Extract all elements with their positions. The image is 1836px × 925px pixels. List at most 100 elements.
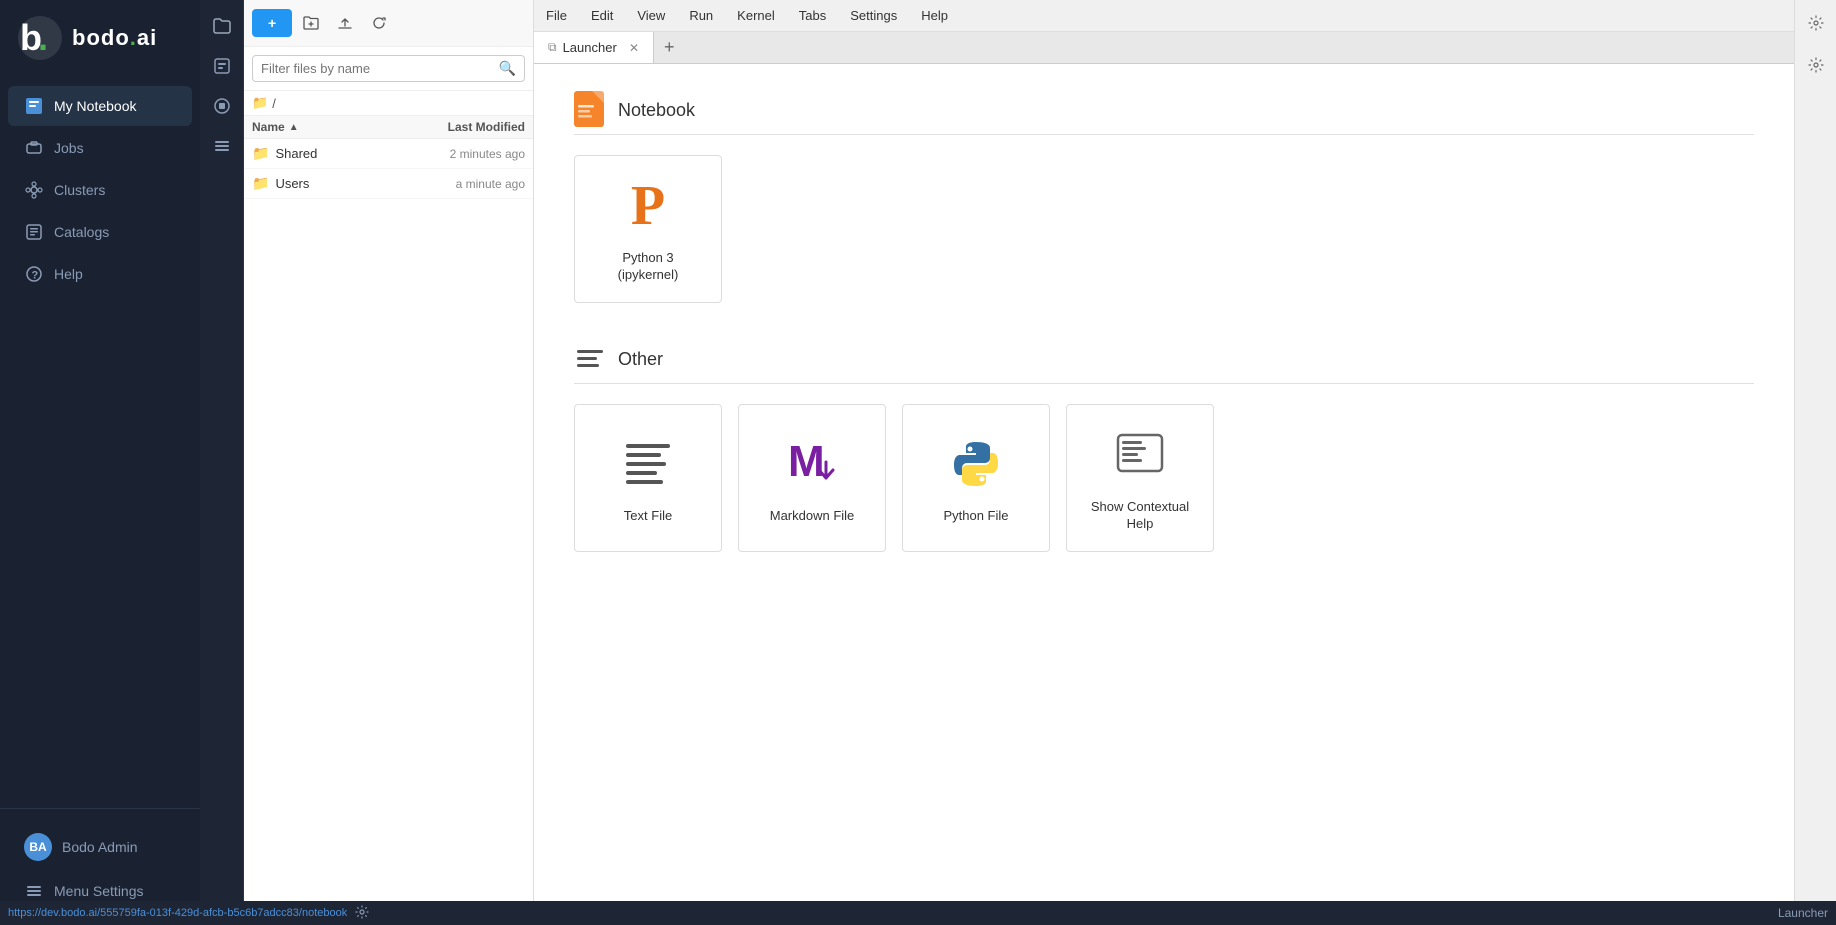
folder-icon: 📁: [252, 95, 268, 111]
menu-edit[interactable]: Edit: [579, 0, 625, 31]
sidebar-item-help-label: Help: [54, 266, 83, 282]
tab-launcher[interactable]: ⧉ Launcher ✕: [534, 32, 654, 63]
notebook-nav-icon: [24, 96, 44, 116]
menu-tabs[interactable]: Tabs: [787, 0, 838, 31]
menu-kernel[interactable]: Kernel: [725, 0, 787, 31]
bodo-sidebar: b . bodo.ai My Notebook Jobs Clusters: [0, 0, 200, 925]
running-sessions-btn[interactable]: [204, 48, 240, 84]
notebook-grid: P Python 3(ipykernel): [574, 155, 1754, 303]
right-settings-btn-bottom[interactable]: [1801, 50, 1831, 80]
sidebar-item-notebook-label: My Notebook: [54, 98, 136, 114]
contextual-help-icon: [1108, 423, 1172, 487]
file-row[interactable]: 📁 Users a minute ago: [244, 169, 533, 199]
python-file-label: Python File: [943, 508, 1008, 525]
search-container: 🔍: [244, 47, 533, 91]
clusters-nav-icon: [24, 180, 44, 200]
icon-toolbar: [200, 0, 244, 925]
svg-text:M: M: [788, 442, 825, 486]
python3-card[interactable]: P Python 3(ipykernel): [574, 155, 722, 303]
avatar: BA: [24, 833, 52, 861]
menu-view[interactable]: View: [625, 0, 677, 31]
search-icon: 🔍: [499, 60, 516, 77]
sidebar-item-jobs[interactable]: Jobs: [8, 128, 192, 168]
sidebar-item-notebook[interactable]: My Notebook: [8, 86, 192, 126]
python-file-icon: [944, 432, 1008, 496]
text-file-icon: [616, 432, 680, 496]
name-column-label: Name: [252, 120, 285, 134]
list-btn[interactable]: [204, 128, 240, 164]
file-name: Users: [275, 176, 309, 191]
tab-launcher-label: Launcher: [563, 40, 617, 55]
text-file-card[interactable]: Text File: [574, 404, 722, 552]
file-row-name: 📁 Users: [252, 175, 385, 192]
svg-text:.: .: [38, 17, 48, 58]
folder-icon: 📁: [252, 175, 269, 192]
other-grid: Text File M Markdown File: [574, 404, 1754, 552]
python-file-card[interactable]: Python File: [902, 404, 1050, 552]
markdown-file-card[interactable]: M Markdown File: [738, 404, 886, 552]
tab-add-button[interactable]: +: [654, 33, 685, 62]
python3-icon: P: [616, 174, 680, 238]
menu-settings[interactable]: Settings: [838, 0, 909, 31]
folder-browser-btn[interactable]: [204, 8, 240, 44]
name-column-header[interactable]: Name ▲: [252, 120, 385, 134]
tab-launcher-icon: ⧉: [548, 40, 557, 55]
sidebar-item-jobs-label: Jobs: [54, 140, 84, 156]
tab-close-icon[interactable]: ✕: [629, 41, 639, 55]
file-browser: + 🔍 📁 / Name ▲ Last Modified: [244, 0, 534, 925]
new-launcher-button[interactable]: +: [252, 9, 292, 37]
file-row[interactable]: 📁 Shared 2 minutes ago: [244, 139, 533, 169]
markdown-file-label: Markdown File: [770, 508, 855, 525]
user-item[interactable]: BA Bodo Admin: [8, 825, 192, 869]
contextual-help-label: Show Contextual Help: [1083, 499, 1197, 533]
file-list-header: Name ▲ Last Modified: [244, 116, 533, 139]
other-section-header: Other: [574, 343, 1754, 384]
stop-btn[interactable]: [204, 88, 240, 124]
notebook-section-icon: [574, 94, 606, 126]
contextual-help-card[interactable]: Show Contextual Help: [1066, 404, 1214, 552]
svg-text:?: ?: [32, 270, 39, 282]
user-name: Bodo Admin: [62, 839, 138, 855]
python3-label: Python 3(ipykernel): [618, 250, 679, 284]
folder-icon: 📁: [252, 145, 269, 162]
status-settings-icon[interactable]: [355, 905, 369, 922]
sidebar-item-help[interactable]: ? Help: [8, 254, 192, 294]
breadcrumb: 📁 /: [244, 91, 533, 116]
file-modified-time: a minute ago: [385, 177, 525, 191]
right-settings-btn-top[interactable]: [1801, 8, 1831, 38]
notebook-section-title: Notebook: [618, 100, 695, 121]
new-button-icon: +: [268, 15, 276, 31]
bodo-logo-icon: b .: [16, 14, 64, 62]
text-file-label: Text File: [624, 508, 672, 525]
breadcrumb-path: /: [272, 96, 276, 111]
menu-run[interactable]: Run: [677, 0, 725, 31]
menu-help[interactable]: Help: [909, 0, 960, 31]
jobs-nav-icon: [24, 138, 44, 158]
nav-items: My Notebook Jobs Clusters Catalogs ? Hel…: [0, 76, 200, 808]
sort-arrow-icon: ▲: [289, 122, 299, 133]
other-section-icon: [574, 343, 606, 375]
logo-text: bodo.ai: [72, 25, 157, 51]
other-section-title: Other: [618, 349, 663, 370]
menu-settings-label: Menu Settings: [54, 883, 144, 899]
file-toolbar: +: [244, 0, 533, 47]
file-name: Shared: [275, 146, 317, 161]
status-url: https://dev.bodo.ai/555759fa-013f-429d-a…: [8, 907, 347, 919]
right-sidebar: [1794, 0, 1836, 925]
upload-button[interactable]: [330, 8, 360, 38]
catalogs-nav-icon: [24, 222, 44, 242]
help-nav-icon: ?: [24, 264, 44, 284]
status-right: Launcher: [1778, 906, 1828, 920]
search-input[interactable]: [261, 61, 499, 76]
sidebar-item-catalogs[interactable]: Catalogs: [8, 212, 192, 252]
launcher-content: Notebook P Python 3(ipykernel) Other: [534, 64, 1794, 925]
refresh-button[interactable]: [364, 8, 394, 38]
tab-bar: ⧉ Launcher ✕ +: [534, 32, 1794, 64]
modified-column-header[interactable]: Last Modified: [385, 120, 525, 134]
sidebar-item-clusters-label: Clusters: [54, 182, 105, 198]
logo-container: b . bodo.ai: [0, 0, 200, 76]
sidebar-item-clusters[interactable]: Clusters: [8, 170, 192, 210]
file-row-name: 📁 Shared: [252, 145, 385, 162]
new-folder-button[interactable]: [296, 8, 326, 38]
menu-file[interactable]: File: [534, 0, 579, 31]
